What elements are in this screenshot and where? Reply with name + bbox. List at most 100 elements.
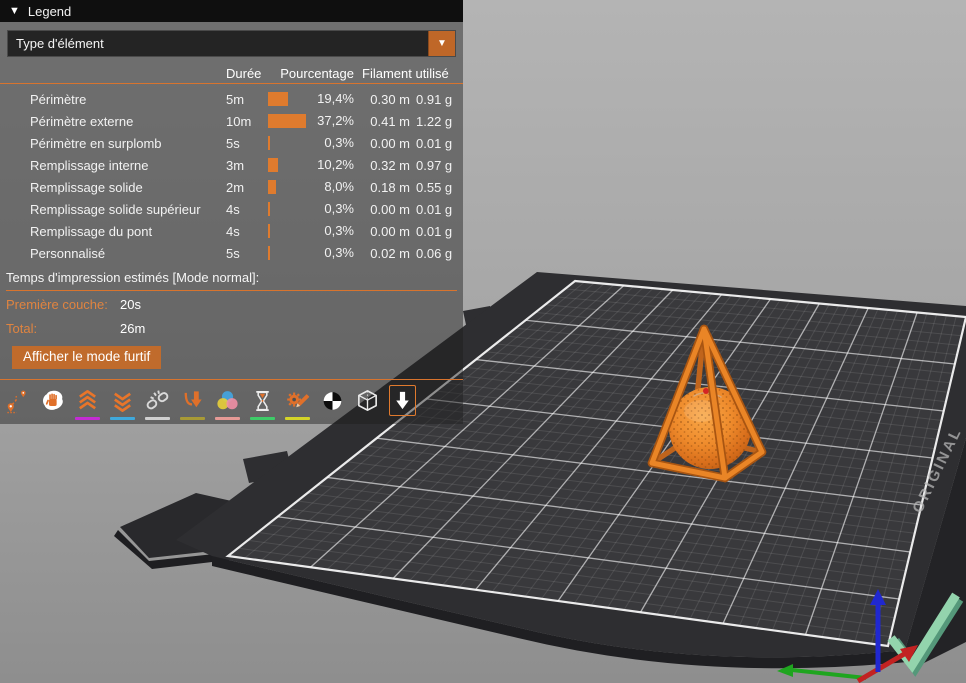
feature-filament-g: 0.01 g <box>416 136 458 151</box>
legend-header: ▼ Legend <box>0 0 463 22</box>
color-changes-icon <box>214 385 241 416</box>
shells-toggle[interactable] <box>354 385 381 420</box>
custom-gcodes-icon <box>284 385 311 416</box>
print-times-section: Temps d'impression estimés [Mode normal]… <box>0 267 463 369</box>
show-stealth-mode-button[interactable]: Afficher le mode furtif <box>12 346 161 369</box>
seams-icon <box>144 385 171 416</box>
feature-duration: 3m <box>226 158 266 173</box>
custom-gcodes-toggle[interactable] <box>284 385 311 420</box>
gcode-viewer-window: ORIGINAL <box>0 0 966 683</box>
feature-label: Périmètre externe <box>30 114 226 129</box>
percent-bar <box>268 92 288 106</box>
feature-label: Personnalisé <box>30 246 226 261</box>
deretractions-icon <box>109 385 136 416</box>
total-time-value: 26m <box>120 321 145 336</box>
table-row: Remplissage interne 3m 10,2% 0.32 m 0.97… <box>0 154 463 176</box>
total-time-label: Total: <box>6 321 120 336</box>
table-row: Personnalisé 5s 0,3% 0.02 m 0.06 g <box>0 242 463 264</box>
percent-bar <box>268 180 276 194</box>
color-changes-toggle[interactable] <box>214 385 241 420</box>
wipe-toggle[interactable] <box>39 385 66 420</box>
feature-filament-m: 0.00 m <box>356 136 416 151</box>
feature-label: Périmètre <box>30 92 226 107</box>
feature-percent: 10,2% <box>317 157 354 172</box>
feature-duration: 4s <box>226 224 266 239</box>
feature-filament-m: 0.00 m <box>356 202 416 217</box>
feature-percent: 0,3% <box>324 135 354 150</box>
retractions-toggle[interactable] <box>74 385 101 420</box>
center-of-gravity-toggle[interactable] <box>319 385 346 420</box>
feature-percent: 0,3% <box>324 201 354 216</box>
feature-filament-g: 0.55 g <box>416 180 458 195</box>
col-duration: Durée <box>226 66 266 81</box>
view-type-value: Type d'élément <box>8 36 428 51</box>
feature-filament-g: 0.01 g <box>416 224 458 239</box>
feature-filament-m: 0.18 m <box>356 180 416 195</box>
feature-label: Remplissage du pont <box>30 224 226 239</box>
feature-percent: 37,2% <box>317 113 354 128</box>
total-time-row: Total: 26m <box>6 317 463 339</box>
feature-duration: 5m <box>226 92 266 107</box>
feature-label: Remplissage solide <box>30 180 226 195</box>
feature-duration: 10m <box>226 114 266 129</box>
feature-percent: 8,0% <box>324 179 354 194</box>
table-row: Périmètre externe 10m 37,2% 0.41 m 1.22 … <box>0 110 463 132</box>
dropdown-button[interactable]: ▼ <box>428 31 455 56</box>
percent-bar <box>268 202 270 216</box>
legend-panel: Type d'élément ▼ Durée Pourcentage Filam… <box>0 22 463 424</box>
table-row: Remplissage solide supérieur 4s 0,3% 0.0… <box>0 198 463 220</box>
percent-bar <box>268 114 306 128</box>
feature-filament-g: 0.91 g <box>416 92 458 107</box>
feature-filament-m: 0.32 m <box>356 158 416 173</box>
table-row: Périmètre 5m 19,4% 0.30 m 0.91 g <box>0 88 463 110</box>
view-options-toolbar <box>0 379 463 420</box>
feature-duration: 5s <box>226 246 266 261</box>
pause-prints-toggle[interactable] <box>249 385 276 420</box>
tool-changes-toggle[interactable] <box>179 385 206 420</box>
tool-changes-icon <box>179 385 206 416</box>
feature-filament-m: 0.41 m <box>356 114 416 129</box>
percent-bar <box>268 224 270 238</box>
chevron-down-icon: ▼ <box>437 38 447 49</box>
feature-duration: 4s <box>226 202 266 217</box>
deretractions-toggle[interactable] <box>109 385 136 420</box>
feature-filament-g: 0.06 g <box>416 246 458 261</box>
feature-duration: 2m <box>226 180 266 195</box>
col-filament: Filament utilisé <box>356 66 458 81</box>
seam-dot <box>703 388 709 394</box>
table-row: Remplissage du pont 4s 0,3% 0.00 m 0.01 … <box>0 220 463 242</box>
wipe-icon <box>39 385 66 416</box>
legend-toggle-icon <box>389 385 416 416</box>
first-layer-row: Première couche: 20s <box>6 293 463 315</box>
table-row: Remplissage solide 2m 8,0% 0.18 m 0.55 g <box>0 176 463 198</box>
view-type-dropdown[interactable]: Type d'élément ▼ <box>7 30 456 57</box>
feature-percent: 19,4% <box>317 91 354 106</box>
feature-table: Durée Pourcentage Filament utilisé Périm… <box>0 63 463 264</box>
col-percentage: Pourcentage <box>266 66 356 81</box>
percent-bar <box>268 246 270 260</box>
travel-moves-toggle[interactable] <box>4 385 31 420</box>
first-layer-label: Première couche: <box>6 297 120 312</box>
first-layer-value: 20s <box>120 297 141 312</box>
table-row: Périmètre en surplomb 5s 0,3% 0.00 m 0.0… <box>0 132 463 154</box>
table-header: Durée Pourcentage Filament utilisé <box>0 63 463 84</box>
retractions-icon <box>74 385 101 416</box>
print-times-title: Temps d'impression estimés [Mode normal]… <box>6 267 457 291</box>
legend-title: Legend <box>28 4 71 19</box>
feature-percent: 0,3% <box>324 223 354 238</box>
legend-toggle[interactable] <box>389 385 416 420</box>
feature-filament-m: 0.30 m <box>356 92 416 107</box>
feature-percent: 0,3% <box>324 245 354 260</box>
feature-label: Remplissage interne <box>30 158 226 173</box>
collapse-triangle-icon[interactable]: ▼ <box>9 5 20 17</box>
table-body: Périmètre 5m 19,4% 0.30 m 0.91 g Périmèt… <box>0 88 463 264</box>
percent-bar <box>268 158 278 172</box>
shells-icon <box>354 385 381 416</box>
feature-filament-g: 0.01 g <box>416 202 458 217</box>
percent-bar <box>268 136 270 150</box>
feature-filament-g: 1.22 g <box>416 114 458 129</box>
feature-filament-m: 0.02 m <box>356 246 416 261</box>
seams-toggle[interactable] <box>144 385 171 420</box>
feature-label: Remplissage solide supérieur <box>30 202 226 217</box>
pause-prints-icon <box>249 385 276 416</box>
